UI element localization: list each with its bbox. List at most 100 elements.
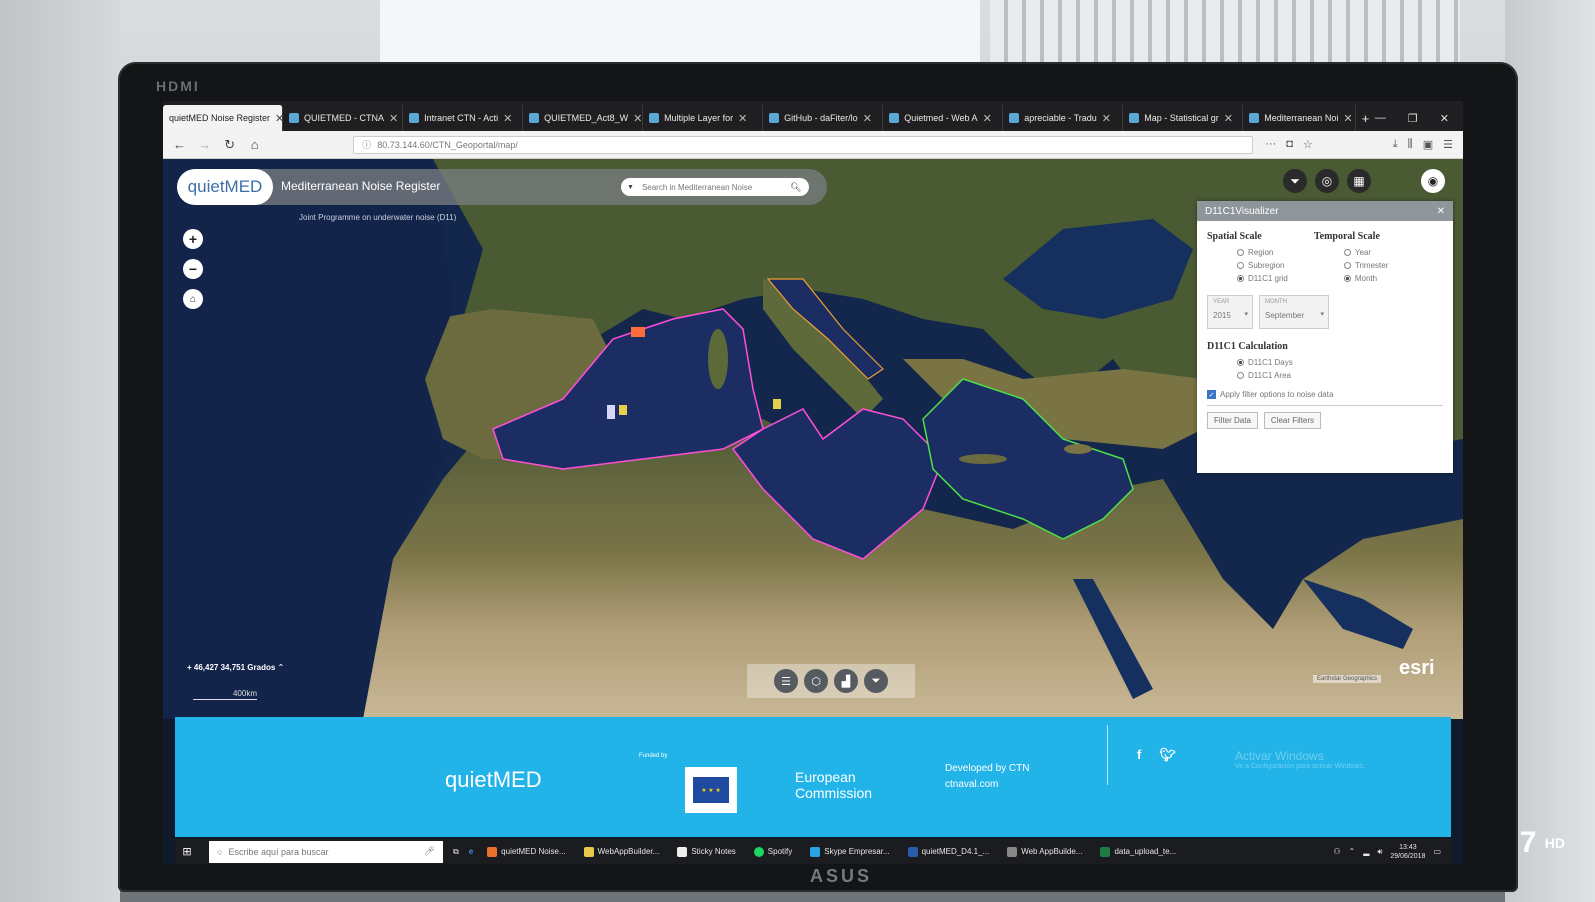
zoom-in-icon[interactable]: + [183,229,203,249]
tab-5[interactable]: GitHub - daFiter/lo ✕ [763,105,884,131]
tab-4[interactable]: Multiple Layer for ✕ [643,105,764,131]
marker-icon[interactable] [607,405,615,419]
close-icon[interactable]: ✕ [389,112,398,125]
radio-region[interactable]: Region [1237,248,1288,257]
clear-filters-button[interactable]: Clear Filters [1263,412,1322,429]
close-icon[interactable]: ✕ [1343,112,1352,125]
search-icon[interactable]: 🔍︎ [790,182,801,193]
pocket-icon[interactable]: ◘ [1286,138,1293,151]
tab-2[interactable]: Intranet CTN - Acti ✕ [403,105,524,131]
close-icon[interactable]: ✕ [863,112,872,125]
search-input[interactable] [639,181,784,193]
tab-6[interactable]: Quietmed - Web A ✕ [883,105,1004,131]
sidebar-icon[interactable]: ▣ [1423,138,1433,151]
taskbar-app-1[interactable]: WebAppBuilder... [580,846,664,857]
taskbar-app-0[interactable]: quietMED Noise... [483,846,569,857]
layers-icon[interactable]: ⬡ [804,669,828,693]
close-icon[interactable]: ✕ [1102,112,1111,125]
notification-icon[interactable]: ▭ [1433,847,1441,856]
radio-icon [1237,275,1244,282]
close-icon[interactable]: ✕ [1224,112,1233,125]
taskbar-search[interactable]: ○ Escribe aquí para buscar 🎤︎ [209,840,443,863]
radio-trimester[interactable]: Trimester [1343,261,1388,270]
windows-start-icon[interactable]: ⊞ [175,845,199,858]
volume-icon[interactable]: 🔊︎ [1377,847,1382,857]
close-icon[interactable]: ✕ [275,112,282,125]
close-icon[interactable]: ✕ [738,112,747,125]
tray-chevron-icon[interactable]: ⌃ [1348,847,1355,856]
tab-9[interactable]: Mediterranean Noi ✕ [1243,105,1356,131]
taskbar-app-4[interactable]: Skype Empresar... [806,846,893,857]
radio-month[interactable]: Month [1343,274,1388,283]
menu-icon[interactable]: ☰ [1443,138,1453,151]
radio-subregion[interactable]: Subregion [1237,261,1288,270]
clock[interactable]: 13:43 29/06/2018 [1390,843,1425,861]
radio-d11c1-grid[interactable]: D11C1 grid [1237,274,1288,283]
marker-icon[interactable] [773,399,781,409]
marker-icon[interactable] [619,405,627,415]
close-icon[interactable]: ✕ [633,112,642,125]
filter-data-button[interactable]: Filter Data [1207,412,1258,429]
marker-icon[interactable] [631,327,645,337]
developer-site[interactable]: ctnaval.com [945,779,998,790]
chart-icon[interactable]: ▟ [834,669,858,693]
visibility-icon[interactable]: ◉ [1421,169,1445,193]
download-icon[interactable]: ⤓ [1393,138,1398,151]
people-icon[interactable]: ⚇ [1333,847,1340,856]
facebook-icon[interactable]: f [1137,747,1141,763]
close-icon[interactable]: ✕ [983,112,992,125]
caret-down-icon[interactable]: ▼ [627,184,634,191]
eu-commission-text: European Commission [795,769,872,801]
tab-8[interactable]: Map - Statistical gr ✕ [1123,105,1244,131]
taskbar-app-3[interactable]: Spotify [750,846,796,857]
search-box[interactable]: ▼ 🔍︎ [621,178,809,196]
radio-year[interactable]: Year [1343,248,1388,257]
taskbar-app-5[interactable]: quietMED_D4.1_... [904,846,994,857]
tab-3[interactable]: QUIETMED_Act8_W ✕ [523,105,644,131]
restore-icon[interactable]: ❐ [1408,112,1418,125]
more-icon[interactable]: ··· [1265,138,1276,151]
month-select[interactable]: MONTH September ▾ [1259,295,1329,329]
grid-icon[interactable]: ▦ [1347,169,1371,193]
back-icon[interactable]: ← [173,137,186,152]
taskbar-app-7[interactable]: data_upload_te... [1096,846,1180,857]
year-select[interactable]: YEAR 2015 ▾ [1207,295,1253,329]
close-icon[interactable]: ✕ [503,112,512,125]
taskbar-app-2[interactable]: Sticky Notes [673,846,739,857]
twitter-icon[interactable]: 🐦︎ [1159,747,1176,763]
close-icon[interactable]: ✕ [1437,206,1445,217]
radio-d11c1-days[interactable]: D11C1 Days [1237,358,1443,367]
forward-icon[interactable]: → [198,137,211,152]
bookmark-star-icon[interactable]: ☆ [1303,138,1313,151]
windows-taskbar: ⊞ ○ Escribe aquí para buscar 🎤︎ ⧉ e quietM… [175,839,1451,864]
task-view-icon[interactable]: ⧉ [453,847,459,857]
divider [1207,405,1443,406]
map-view[interactable]: quietMED Mediterranean Noise Register ▼ … [163,159,1463,719]
apply-filter-checkbox[interactable]: ✓ Apply filter options to noise data [1207,390,1443,399]
window-controls: — ❐ ✕ [1375,112,1463,131]
filter-icon[interactable]: ⏷ [1283,169,1307,193]
close-window-icon[interactable]: ✕ [1440,112,1449,125]
radio-d11c1-area[interactable]: D11C1 Area [1237,371,1443,380]
new-tab-button[interactable]: + [1356,105,1375,131]
target-icon[interactable]: ◎ [1315,169,1339,193]
home-icon[interactable]: ⌂ [248,137,261,152]
tab-7[interactable]: apreciable - Tradu ✕ [1003,105,1124,131]
library-icon[interactable]: ⫼ [1408,138,1413,151]
favicon-icon [769,113,780,123]
url-bar[interactable]: ⓘ 80.73.144.60/CTN_Geoportal/map/ [353,135,1254,154]
tab-0[interactable]: quietMED Noise Register ✕ [163,105,284,131]
network-icon[interactable]: ▂ [1363,847,1369,856]
minimize-icon[interactable]: — [1375,112,1386,125]
taskbar-app-6[interactable]: Web AppBuilde... [1003,846,1086,857]
window-icon [1007,846,1018,857]
activate-title: Activar Windows [1235,749,1324,763]
home-extent-icon[interactable]: ⌂ [183,289,203,309]
zoom-out-icon[interactable]: − [183,259,203,279]
microphone-icon[interactable]: 🎤︎ [424,846,435,857]
edge-icon[interactable]: e [469,847,473,856]
tab-1[interactable]: QUIETMED - CTNA ✕ [283,105,404,131]
reload-icon[interactable]: ↻ [223,137,236,153]
filter-icon[interactable]: ⏷ [864,669,888,693]
list-icon[interactable]: ☰ [774,669,798,693]
